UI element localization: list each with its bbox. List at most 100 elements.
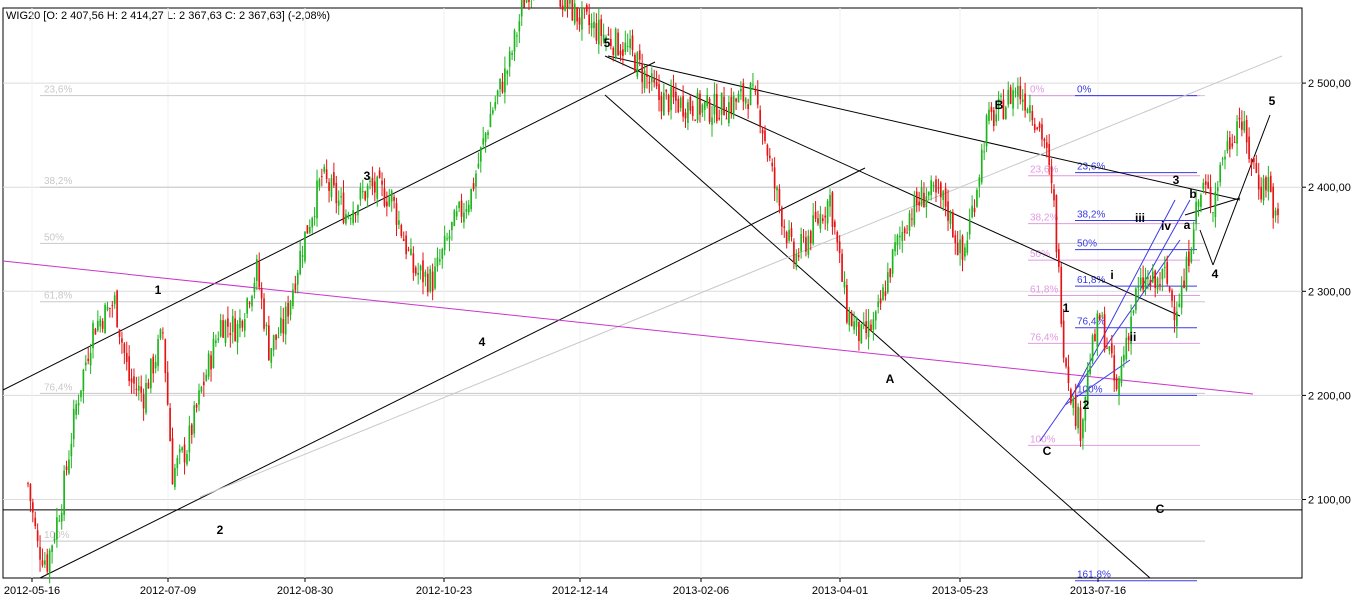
plot-border	[2, 7, 1303, 579]
candle-body	[99, 319, 102, 327]
candle-body	[1137, 286, 1140, 288]
candle-body	[183, 444, 186, 463]
candle-body	[805, 237, 807, 252]
candle-body	[41, 560, 44, 566]
candle-body	[872, 319, 875, 330]
candle-body	[771, 162, 774, 167]
candle-body	[675, 91, 677, 101]
candle-body	[812, 215, 815, 244]
candle-body	[1228, 137, 1231, 150]
candle-body	[270, 348, 273, 363]
candle-body	[205, 374, 208, 381]
candle-body	[687, 102, 689, 123]
candle-body	[744, 98, 747, 104]
candle-body	[121, 338, 123, 343]
candle-body	[968, 218, 971, 235]
wave-label: 5	[1269, 94, 1276, 108]
candle-body	[277, 336, 280, 338]
candle-body	[588, 14, 591, 25]
candle-body	[523, 0, 525, 8]
candle-body	[952, 211, 954, 238]
candle-body	[980, 149, 983, 183]
candle-body	[308, 227, 311, 233]
candle-body	[479, 147, 482, 162]
candle-body	[715, 93, 718, 122]
candle-body	[646, 74, 648, 77]
candle-body	[513, 30, 516, 52]
candle-body	[46, 554, 49, 572]
candle-body	[448, 235, 451, 240]
candle-body	[284, 306, 287, 335]
candle-body	[1241, 121, 1243, 130]
candle-body	[826, 200, 829, 224]
candle-body	[1190, 249, 1193, 263]
fib-mid-label: 61,8%	[1030, 284, 1058, 295]
candle-body	[1041, 124, 1043, 140]
candle-body	[571, 0, 574, 21]
candle-body	[648, 81, 651, 84]
candle-body	[566, 0, 569, 8]
candle-body	[1017, 85, 1019, 97]
candle-body	[576, 7, 578, 22]
candle-body	[718, 117, 721, 120]
candle-body	[287, 302, 289, 317]
candle-body	[1245, 119, 1248, 143]
candle-body	[564, 0, 566, 11]
candle-body	[694, 119, 696, 121]
candle-body	[1224, 156, 1226, 160]
candle-body	[318, 179, 321, 187]
y-tick-label: 2 100,00	[1308, 495, 1351, 507]
candle-body	[525, 0, 528, 3]
candle-body	[932, 184, 935, 187]
candle-body	[1082, 419, 1084, 439]
candle-body	[773, 167, 776, 189]
candle-body	[328, 182, 330, 191]
candle-body	[833, 221, 836, 228]
candle-body	[636, 52, 639, 77]
candle-body	[860, 324, 863, 344]
candle-body	[672, 86, 675, 98]
candle-body	[465, 209, 468, 212]
candle-body	[634, 54, 636, 73]
candle-body	[600, 19, 603, 36]
candle-body	[1144, 277, 1147, 290]
candle-body	[352, 210, 354, 224]
candle-body	[89, 352, 92, 366]
fib-right-label: 76,4%	[1077, 317, 1105, 328]
candle-body	[701, 104, 704, 113]
candle-body	[617, 32, 619, 56]
candle-body	[824, 215, 827, 218]
candle-body	[504, 68, 506, 93]
x-tick-label: 2013-07-16	[1070, 585, 1126, 597]
candle-body	[1197, 201, 1200, 207]
candle-body	[210, 355, 212, 370]
candle-body	[373, 181, 376, 193]
wave-label: C	[1043, 444, 1052, 458]
candle-body	[135, 388, 138, 390]
candle-body	[836, 232, 839, 243]
wave-label: 1	[1063, 301, 1070, 315]
candle-body	[296, 272, 299, 285]
candle-body	[453, 210, 456, 227]
fib-right-label: 23,6%	[1077, 162, 1105, 173]
candle-body	[482, 138, 485, 145]
candle-body	[337, 200, 340, 206]
wave-label: 2	[217, 523, 224, 537]
candle-body	[484, 133, 487, 142]
candle-body	[1168, 286, 1171, 292]
candle-body	[60, 512, 63, 522]
candle-body	[1045, 142, 1048, 148]
candle-body	[723, 96, 725, 115]
candle-body	[1089, 365, 1091, 374]
candle-body	[407, 249, 410, 251]
candle-body	[246, 298, 249, 314]
candle-body	[1132, 310, 1135, 313]
candle-body	[732, 95, 735, 116]
candle-body	[1216, 187, 1219, 192]
candle-body	[164, 339, 167, 374]
candle-body	[1101, 315, 1104, 317]
candle-body	[597, 19, 600, 45]
x-axis: 2012-05-16 2012-07-09 2012-08-30 2012-10-23…	[4, 578, 1126, 597]
candle-body	[366, 185, 369, 198]
candle-body	[795, 253, 798, 268]
